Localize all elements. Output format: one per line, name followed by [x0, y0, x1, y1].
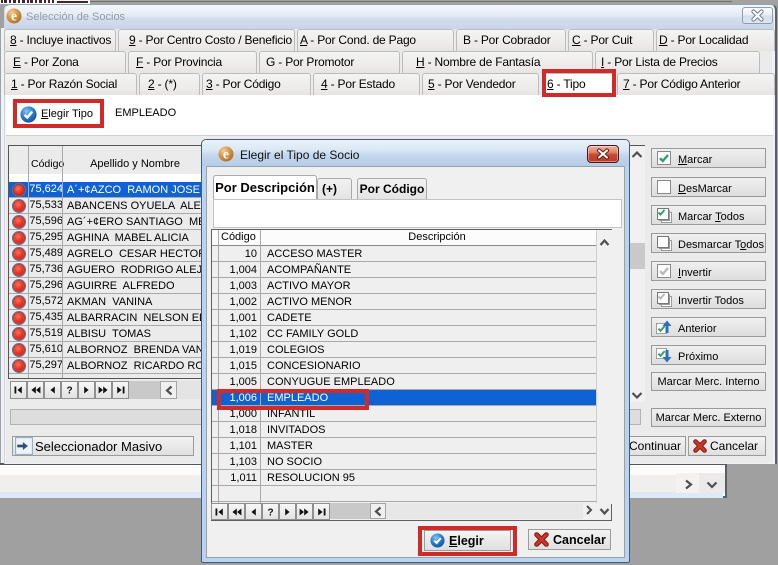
svg-text:e: e	[223, 147, 229, 162]
svg-text:e: e	[11, 9, 17, 24]
svg-text:?: ?	[66, 386, 72, 397]
svg-text:?: ?	[267, 508, 273, 519]
